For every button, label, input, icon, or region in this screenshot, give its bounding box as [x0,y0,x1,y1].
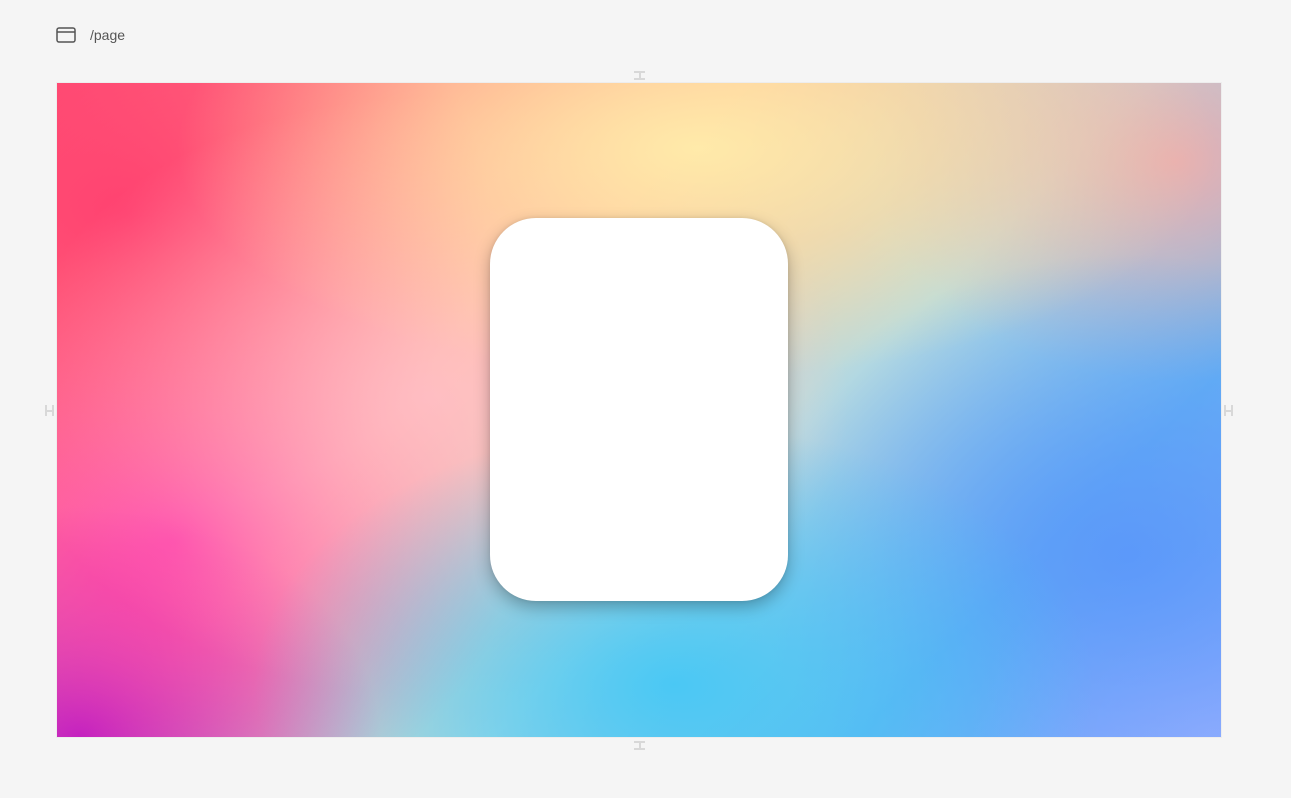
left-resize-handle[interactable] [45,405,54,416]
gradient-canvas [57,83,1221,737]
top-resize-handle[interactable] [634,71,645,80]
browser-window-icon [56,27,76,43]
white-card[interactable] [490,218,788,601]
right-resize-handle[interactable] [1224,405,1233,416]
bottom-resize-handle[interactable] [634,741,645,750]
page-path: /page [90,27,126,43]
page-header: /page [56,25,125,45]
